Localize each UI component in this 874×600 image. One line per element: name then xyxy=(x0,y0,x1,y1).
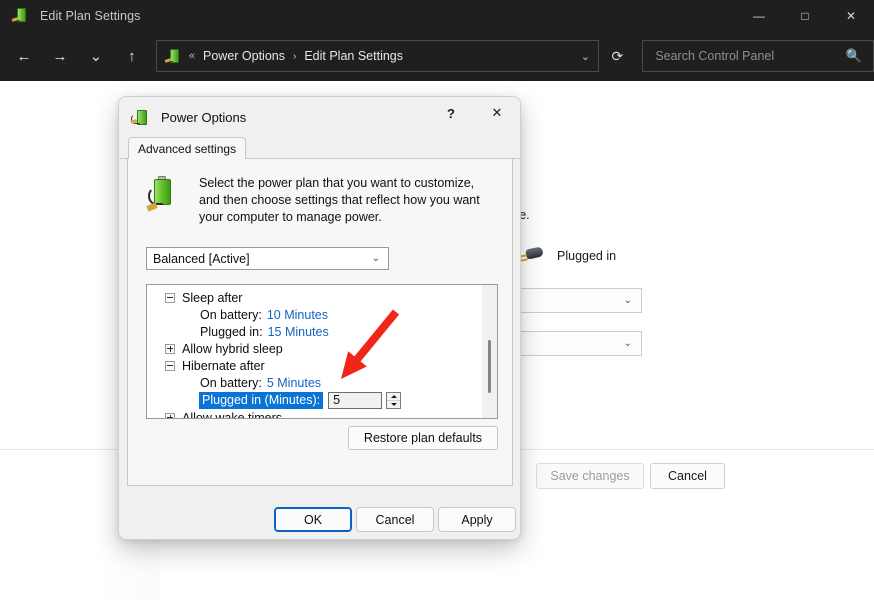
up-icon[interactable]: ↑ xyxy=(117,41,147,71)
breadcrumb-separator-icon: › xyxy=(292,50,297,62)
tree-row-value[interactable]: 10 Minutes xyxy=(267,308,328,322)
tree-row[interactable]: On battery: 5 Minutes xyxy=(147,374,481,391)
tree-row[interactable]: Plugged in: 15 Minutes xyxy=(147,323,481,340)
search-input[interactable] xyxy=(653,48,846,64)
advanced-settings-tree[interactable]: Sleep after On battery: 10 Minutes Plugged … xyxy=(146,284,498,419)
tree-row-selected[interactable]: Plugged in (Minutes): 5 xyxy=(147,391,481,409)
tree-row[interactable]: Hibernate after xyxy=(147,357,481,374)
dialog-footer: OK Cancel Apply xyxy=(119,486,520,539)
power-plan-icon xyxy=(130,108,150,127)
window-title: Edit Plan Settings xyxy=(40,8,141,23)
tree-row-value[interactable]: 15 Minutes xyxy=(268,325,329,339)
tab-advanced-settings[interactable]: Advanced settings xyxy=(128,137,247,159)
tree-row-label: Plugged in (Minutes): xyxy=(199,391,324,409)
dialog-close-button[interactable]: ✕ xyxy=(474,97,520,129)
minimize-button[interactable]: — xyxy=(736,0,782,31)
collapse-icon[interactable] xyxy=(165,292,175,303)
minutes-input[interactable]: 5 xyxy=(328,391,383,409)
navigation-toolbar: ← → ⌄ ↑ « Power Options › Edit Plan Sett… xyxy=(0,31,874,81)
tree-row[interactable]: On battery: 10 Minutes xyxy=(147,306,481,323)
breadcrumb-overflow-icon[interactable]: « xyxy=(189,50,195,62)
close-button[interactable]: ✕ xyxy=(828,0,874,31)
chevron-down-icon[interactable]: ⌄ xyxy=(572,50,598,63)
back-icon[interactable]: ← xyxy=(9,41,39,71)
chevron-down-icon[interactable]: ⌄ xyxy=(372,253,380,264)
tree-row[interactable]: Sleep after xyxy=(147,289,481,306)
tree-row[interactable]: Allow hybrid sleep xyxy=(147,340,481,357)
search-icon[interactable]: 🔍 xyxy=(846,48,862,64)
power-plan-icon xyxy=(164,48,182,65)
dialog-titlebar: Power Options ? ✕ xyxy=(119,97,520,137)
spinner-down-icon[interactable] xyxy=(387,399,401,408)
chevron-down-icon[interactable]: ⌄ xyxy=(624,338,632,349)
tab-strip: Advanced settings xyxy=(120,137,520,159)
tree-scrollbar[interactable] xyxy=(482,285,497,418)
maximize-button[interactable]: □ xyxy=(782,0,828,31)
dialog-title: Power Options xyxy=(161,109,247,125)
window-titlebar: Edit Plan Settings — □ ✕ xyxy=(0,0,874,31)
power-plan-icon xyxy=(11,7,30,25)
address-bar[interactable]: « Power Options › Edit Plan Settings ⌄ xyxy=(155,40,600,72)
tree-scrollbar-thumb[interactable] xyxy=(488,340,491,393)
breadcrumb-edit-plan-settings[interactable]: Edit Plan Settings xyxy=(304,49,403,63)
expand-icon[interactable] xyxy=(165,412,175,418)
screen-root: Edit Plan Settings — □ ✕ ← → ⌄ ↑ « Power… xyxy=(0,0,874,600)
tree-row-label: Plugged in: xyxy=(200,324,263,339)
collapse-icon[interactable] xyxy=(165,360,175,371)
help-button[interactable]: ? xyxy=(428,97,474,129)
cancel-button[interactable]: Cancel xyxy=(650,463,725,489)
tree-row-label: Allow hybrid sleep xyxy=(182,341,283,356)
expand-icon[interactable] xyxy=(165,343,175,354)
save-changes-button[interactable]: Save changes xyxy=(536,463,644,489)
restore-plan-defaults-button[interactable]: Restore plan defaults xyxy=(348,426,498,450)
ok-button[interactable]: OK xyxy=(274,507,352,532)
apply-button[interactable]: Apply xyxy=(438,507,516,532)
search-box[interactable]: 🔍 xyxy=(642,40,874,72)
power-options-dialog: Power Options ? ✕ Advanced settings Sele… xyxy=(118,96,521,540)
tree-row-value[interactable]: 5 Minutes xyxy=(267,376,321,390)
window-controls: — □ ✕ xyxy=(736,0,874,31)
tree-row-label: Hibernate after xyxy=(182,358,265,373)
spinner-up-icon[interactable] xyxy=(387,393,400,400)
description-text: Select the power plan that you want to c… xyxy=(199,176,480,224)
recent-locations-icon[interactable]: ⌄ xyxy=(81,41,111,71)
tree-row[interactable]: Allow wake timers xyxy=(147,409,481,419)
battery-plug-icon xyxy=(146,176,187,217)
tree-row-label: On battery: xyxy=(200,307,262,322)
tree-row-label: Allow wake timers xyxy=(182,410,283,419)
spinner-buttons[interactable] xyxy=(386,391,402,409)
plugged-in-label: Plugged in xyxy=(557,249,617,263)
power-plan-value: Balanced [Active] xyxy=(153,251,250,266)
description-row: Select the power plan that you want to c… xyxy=(146,175,498,226)
dialog-cancel-button[interactable]: Cancel xyxy=(356,507,434,532)
tree-row-label: On battery: xyxy=(200,375,262,390)
tree-row-label: Sleep after xyxy=(182,290,243,305)
chevron-down-icon[interactable]: ⌄ xyxy=(624,295,632,306)
breadcrumb-power-options[interactable]: Power Options xyxy=(203,49,285,63)
minutes-spinner[interactable]: 5 xyxy=(328,391,402,409)
refresh-icon[interactable]: ⟳ xyxy=(602,41,632,71)
power-plan-select[interactable]: Balanced [Active] ⌄ xyxy=(146,247,389,270)
plug-icon xyxy=(518,246,545,266)
dialog-title-buttons: ? ✕ xyxy=(428,97,520,137)
power-source-column-header: Plugged in xyxy=(518,246,616,266)
forward-icon[interactable]: → xyxy=(45,41,75,71)
advanced-settings-panel: Select the power plan that you want to c… xyxy=(127,159,513,486)
